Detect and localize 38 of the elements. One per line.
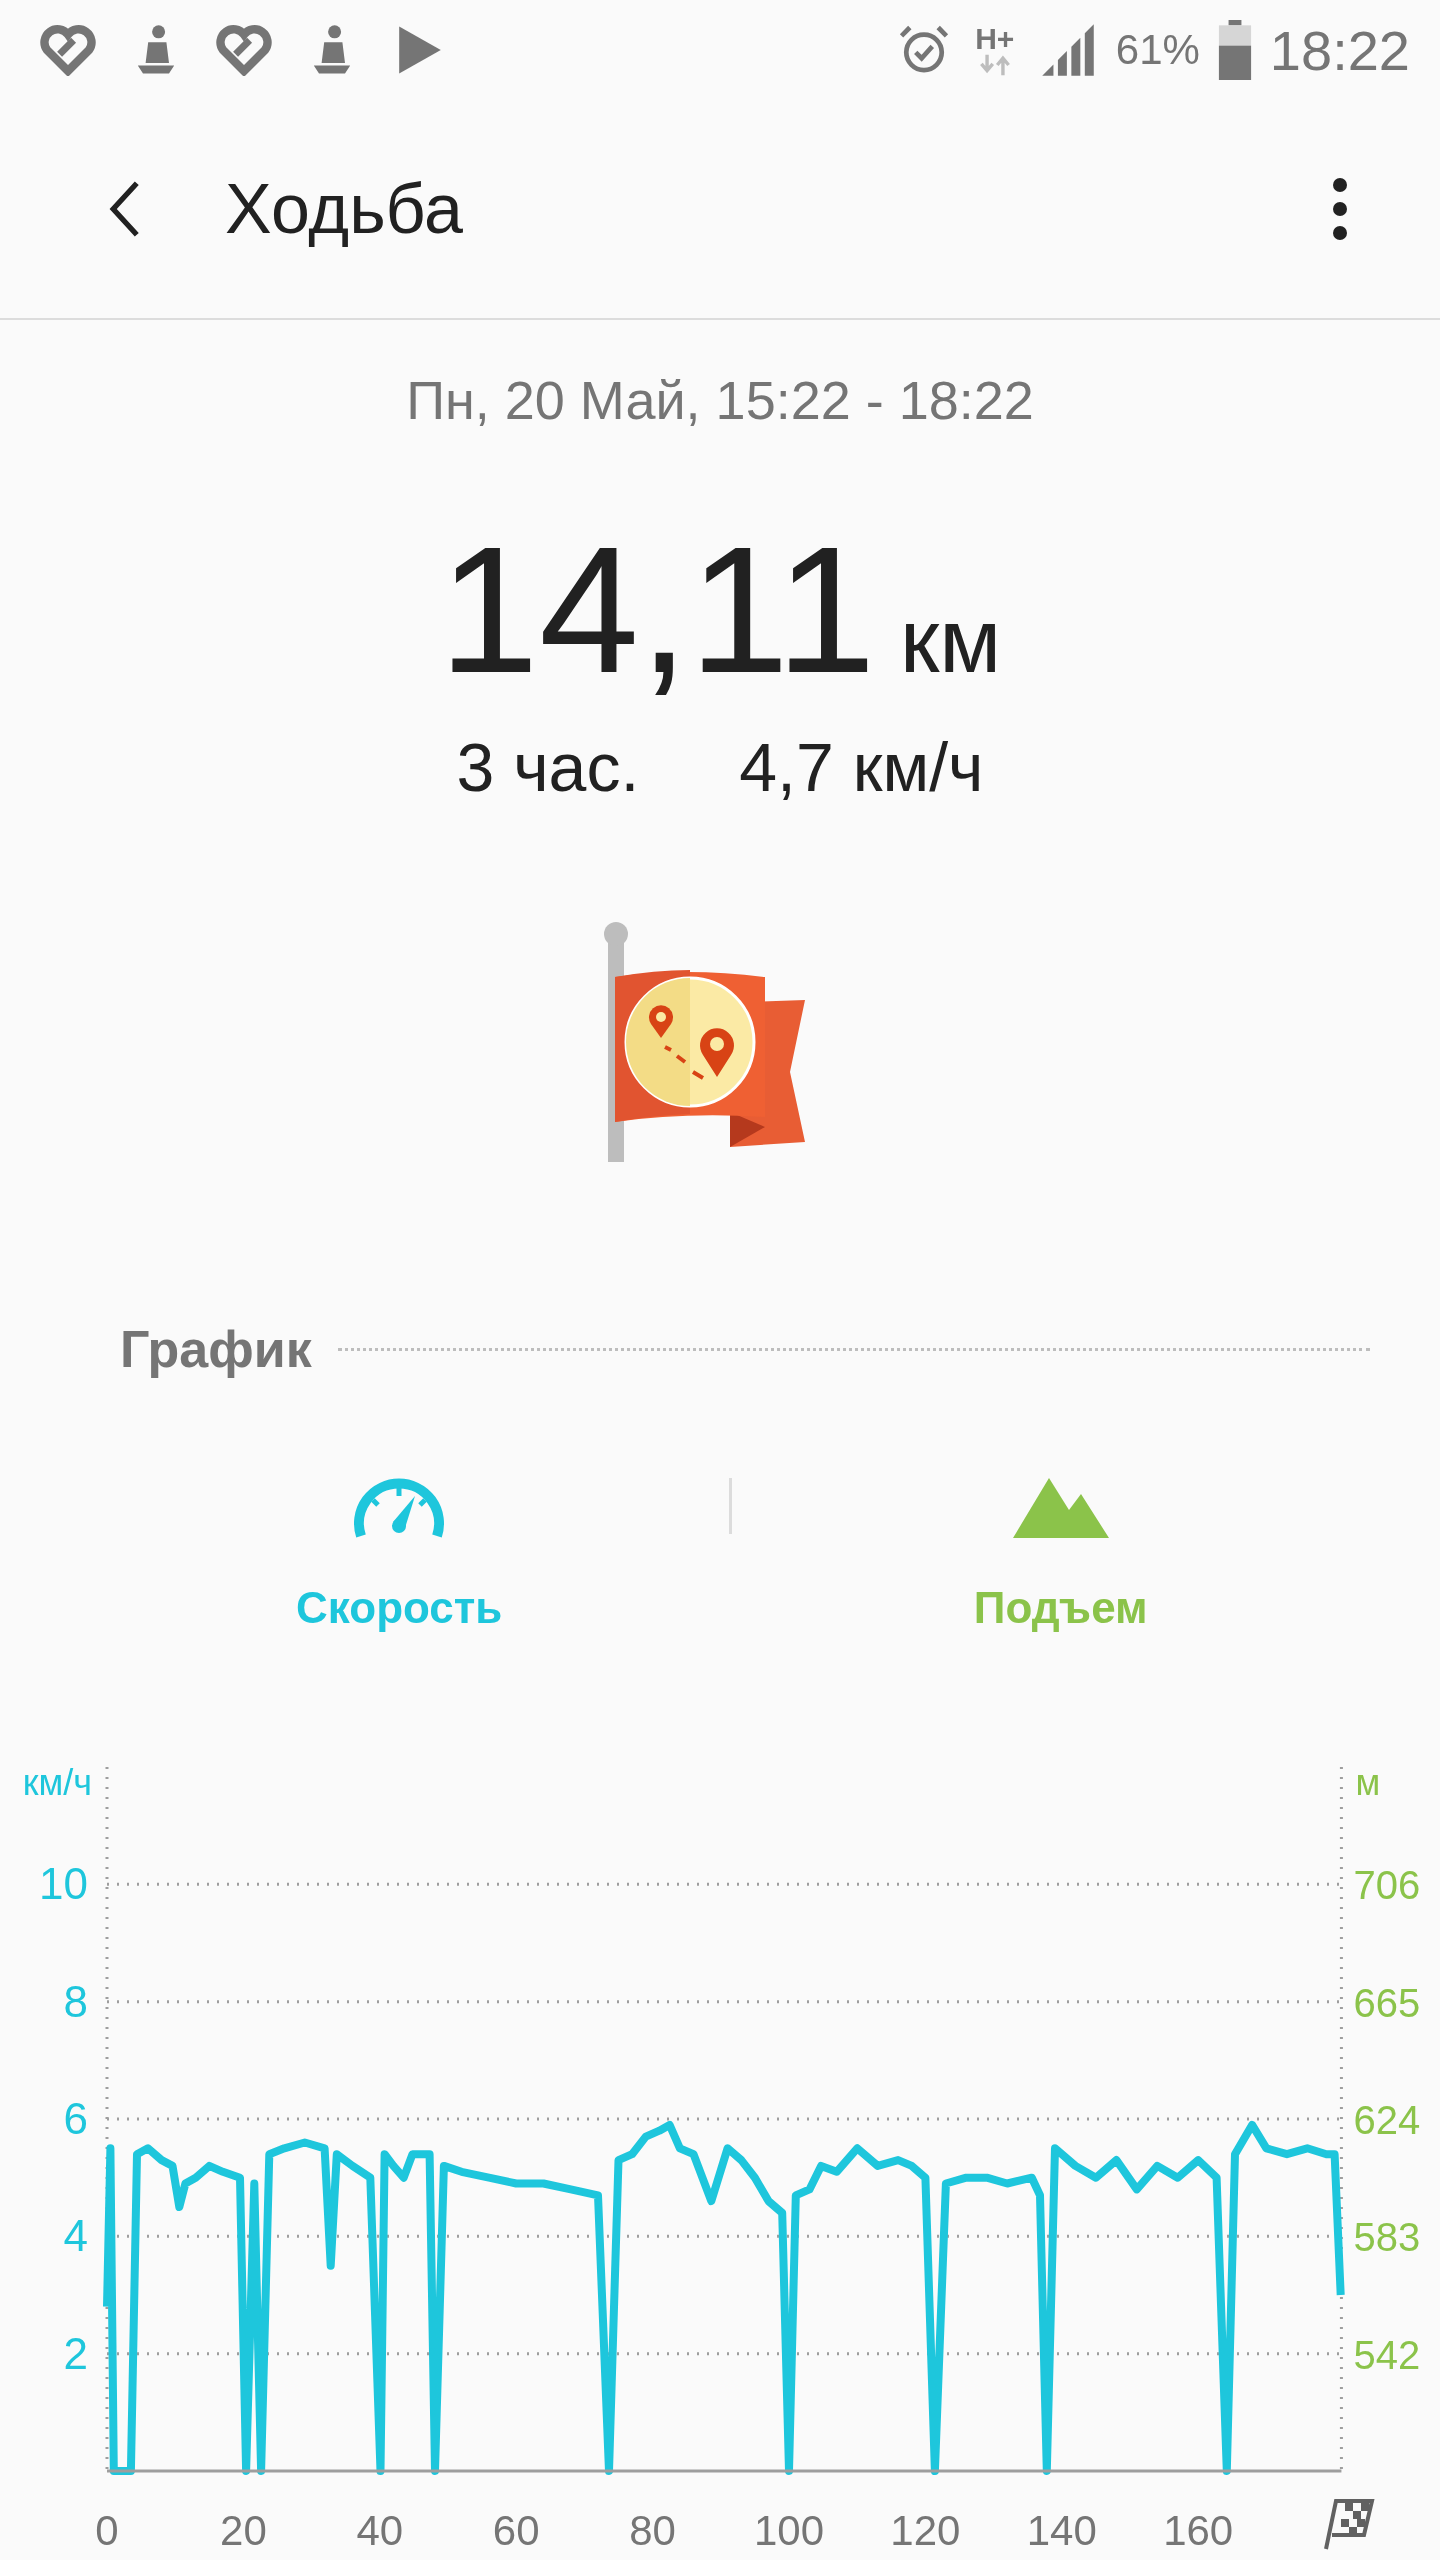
axis-tick-label: 6 — [63, 2094, 88, 2143]
axis-tick-label: 40 — [356, 2507, 404, 2553]
axis-tick-label: 4 — [63, 2211, 88, 2261]
duration-value: 3 час. — [456, 728, 640, 807]
chart-tab[interactable]: Скорость — [70, 1449, 729, 1653]
axis-tick-label: 80 — [629, 2507, 676, 2553]
chart-tab[interactable]: Подъем — [731, 1449, 1390, 1653]
section-title: График — [120, 1319, 312, 1379]
axis-tick-label: 120 — [890, 2507, 961, 2553]
axis-tick-label: 0 — [95, 2507, 119, 2553]
axis-tick-label: 2 — [63, 2328, 88, 2378]
finish-flag-icon — [1324, 2499, 1375, 2550]
network-type: H+ — [975, 24, 1015, 54]
axis-tick-label: 60 — [492, 2507, 540, 2553]
axis-unit-label: м — [1355, 1762, 1381, 1803]
axis-tick-label: 583 — [1353, 2215, 1421, 2260]
axis-tick-label: 624 — [1353, 2098, 1421, 2142]
axis-tick-label: 542 — [1353, 2332, 1421, 2377]
heart-icon — [40, 24, 96, 76]
axis-tick-label: 20 — [220, 2507, 267, 2553]
screen-title: Ходьба — [225, 169, 465, 249]
distance-value: 14,11 — [438, 510, 876, 710]
battery-percent: 61% — [1115, 26, 1200, 74]
average-speed: 4,7 км/ч — [739, 728, 984, 807]
distance-unit: км — [899, 590, 1002, 693]
more-options-icon[interactable] — [1330, 177, 1350, 241]
axis-tick-label: 8 — [63, 1976, 88, 2026]
axis-tick-label: 665 — [1353, 1980, 1421, 2025]
heart-icon — [216, 24, 272, 76]
axis-tick-label: 100 — [753, 2507, 825, 2553]
axis-unit-label: км/ч — [22, 1762, 92, 1803]
axis-tick-label: 706 — [1353, 1863, 1421, 1908]
axis-tick-label: 140 — [1026, 2507, 1097, 2553]
axis-tick-label: 10 — [39, 1859, 88, 1909]
clock-time: 18:22 — [1269, 17, 1410, 83]
axis-tick-label: 160 — [1163, 2507, 1234, 2553]
workout-date: Пн, 20 Май, 15:22 - 18:22 — [405, 369, 1035, 432]
battery-icon — [1217, 20, 1252, 80]
